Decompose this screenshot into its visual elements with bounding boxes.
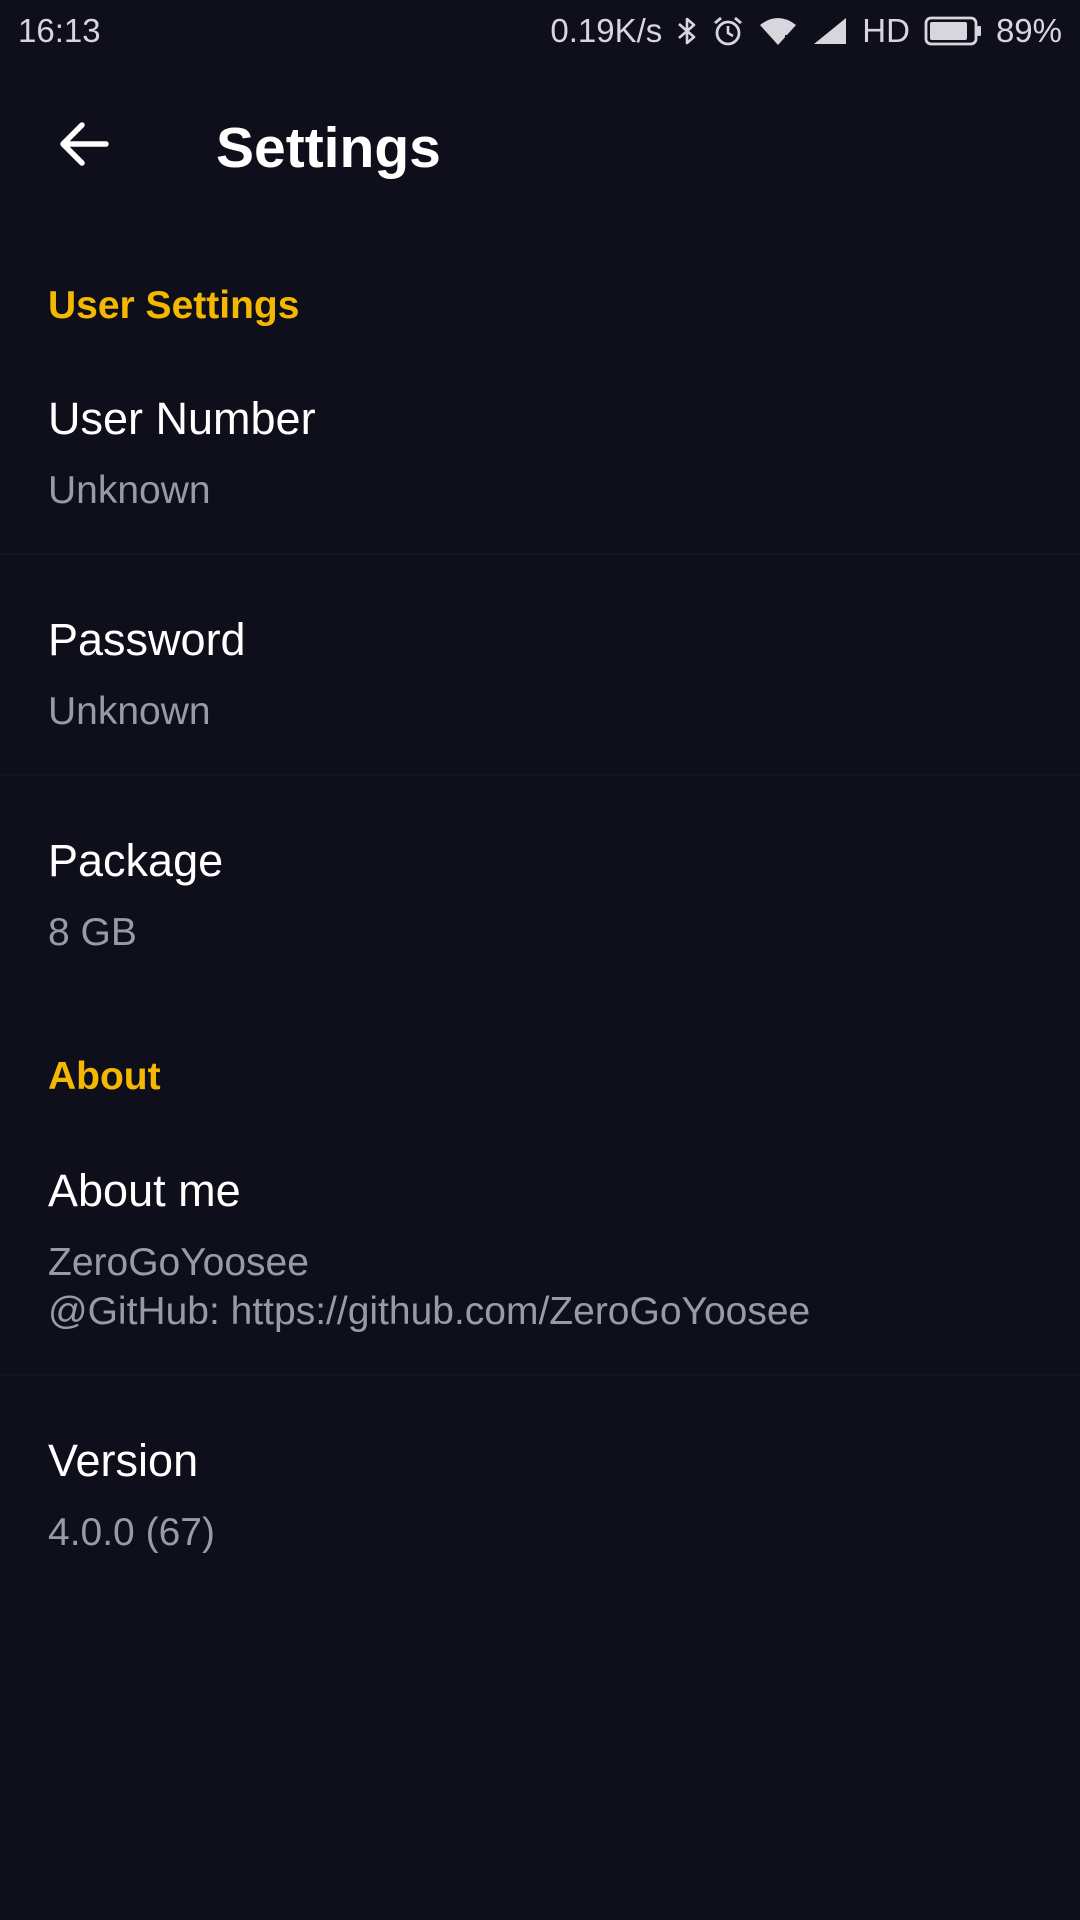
pref-title: About me [48,1165,241,1216]
arrow-back-icon [58,120,110,173]
pref-title: Package [48,835,224,886]
wifi-icon [758,15,798,47]
app-bar: Settings [0,62,1080,230]
section-header-user-settings: User Settings [48,284,300,327]
pref-user-number[interactable]: User Number Unknown [0,362,1080,552]
pref-title: Password [48,614,246,665]
status-icons: 0.19K/s HD 89% [550,12,1062,50]
pref-summary: Unknown [48,469,211,512]
pref-package[interactable]: Package 8 GB [0,804,1080,994]
pref-about-me[interactable]: About me ZeroGoYoosee @GitHub: https://g… [0,1134,1080,1374]
pref-summary: 4.0.0 (67) [48,1511,215,1554]
battery-percent: 89% [995,12,1062,49]
network-speed: 0.19K/s [550,12,663,49]
section-header-about: About [48,1055,161,1098]
pref-summary-github: @GitHub: https://github.com/ZeroGoYoosee [48,1290,811,1333]
divider [0,553,1080,555]
divider [0,1374,1080,1376]
status-time: 16:13 [18,12,101,49]
pref-summary: Unknown [48,690,211,733]
cell-signal-icon [812,16,848,46]
divider [0,774,1080,776]
pref-title: User Number [48,393,316,444]
pref-version[interactable]: Version 4.0.0 (67) [0,1404,1080,1594]
pref-password[interactable]: Password Unknown [0,583,1080,773]
alarm-icon [712,15,744,47]
pref-summary-name: ZeroGoYoosee [48,1241,309,1284]
back-button[interactable] [40,102,128,190]
status-bar: 16:13 0.19K/s HD 89% [0,0,1080,62]
network-type: HD [862,12,910,49]
battery-icon [924,15,982,47]
pref-title: Version [48,1435,199,1486]
page-title: Settings [216,116,441,180]
pref-summary: 8 GB [48,911,137,954]
bluetooth-icon [676,15,698,47]
